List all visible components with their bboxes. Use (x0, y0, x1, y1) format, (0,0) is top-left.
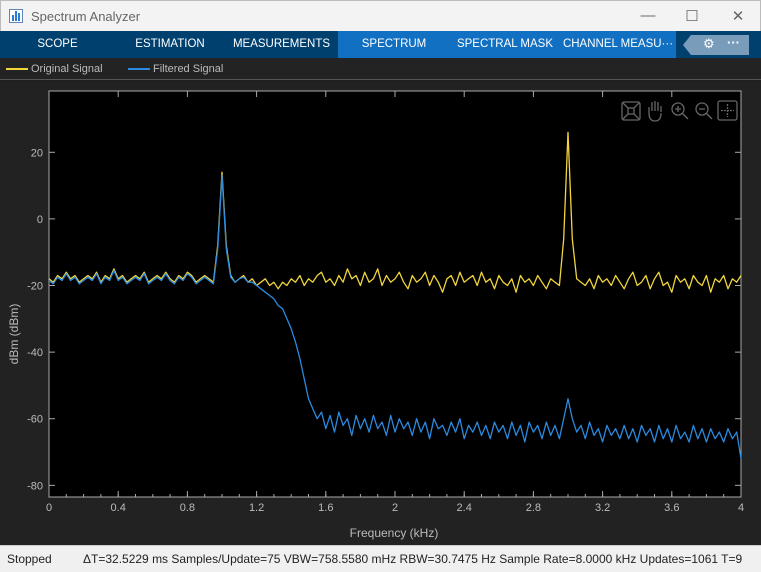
x-tick-label: 0.8 (180, 502, 195, 514)
settings-button[interactable]: ⚙ ··· (683, 35, 749, 55)
tab-estimation[interactable]: ESTIMATION (115, 31, 225, 58)
tab-scope[interactable]: SCOPE (0, 31, 115, 58)
legend-swatch (128, 68, 150, 71)
toolstrip-tabs: SCOPE ESTIMATION MEASUREMENTS SPECTRUM S… (0, 31, 761, 58)
x-tick-label: 1.2 (249, 502, 264, 514)
close-icon[interactable]: ✕ (723, 7, 753, 25)
y-tick-label: -40 (27, 347, 43, 359)
y-axis-label: dBm (dBm) (7, 304, 21, 365)
x-tick-label: 0.4 (111, 502, 126, 514)
x-tick-label: 2.8 (526, 502, 541, 514)
x-tick-label: 0 (46, 502, 52, 514)
x-tick-label: 1.6 (318, 502, 333, 514)
x-tick-label: 3.6 (664, 502, 679, 514)
spectrum-app-icon (9, 9, 23, 23)
y-tick-label: 20 (31, 147, 43, 159)
tab-channel-measurements[interactable]: CHANNEL MEASU··· (560, 31, 676, 58)
spectrum-chart[interactable]: 0 0.4 0.8 1.2 1.6 2 2.4 2.8 3.2 3.6 4 20 0 -20 -40 -60 -… (0, 82, 761, 545)
legend: Original Signal Filtered Signal (0, 58, 761, 80)
more-options-icon[interactable]: ··· (727, 35, 740, 50)
tab-spectrum[interactable]: SPECTRUM (338, 31, 450, 58)
measurement-info: ΔT=32.5229 ms Samples/Update=75 VBW=758.… (83, 552, 743, 566)
y-tick-label: -60 (27, 414, 43, 426)
gear-icon: ⚙ (703, 36, 715, 51)
axes-box (48, 90, 742, 498)
legend-swatch (6, 68, 28, 71)
legend-item-original[interactable]: Original Signal (6, 63, 103, 75)
legend-label: Original Signal (31, 63, 103, 75)
x-tick-label: 3.2 (595, 502, 610, 514)
tab-spectral-mask[interactable]: SPECTRAL MASK (450, 31, 560, 58)
status-bar: Stopped ΔT=32.5229 ms Samples/Update=75 … (0, 545, 761, 572)
y-tick-label: -20 (27, 281, 43, 293)
x-tick-label: 4 (738, 502, 744, 514)
y-tick-label: 0 (37, 214, 43, 226)
legend-item-filtered[interactable]: Filtered Signal (128, 63, 223, 75)
tab-measurements[interactable]: MEASUREMENTS (225, 31, 338, 58)
legend-label: Filtered Signal (153, 63, 224, 75)
x-tick-label: 2.4 (457, 502, 472, 514)
maximize-icon[interactable]: ☐ (677, 7, 707, 25)
x-tick-label: 2 (392, 502, 398, 514)
run-state: Stopped (7, 552, 52, 566)
window-title: Spectrum Analyzer (31, 9, 141, 24)
title-bar: Spectrum Analyzer — ☐ ✕ (0, 0, 761, 31)
x-axis-label: Frequency (kHz) (350, 526, 439, 540)
plot-panel: 0 0.4 0.8 1.2 1.6 2 2.4 2.8 3.2 3.6 4 20 0 -20 -40 -60 -… (0, 82, 761, 545)
minimize-icon[interactable]: — (633, 7, 663, 24)
y-tick-label: -80 (27, 480, 43, 492)
